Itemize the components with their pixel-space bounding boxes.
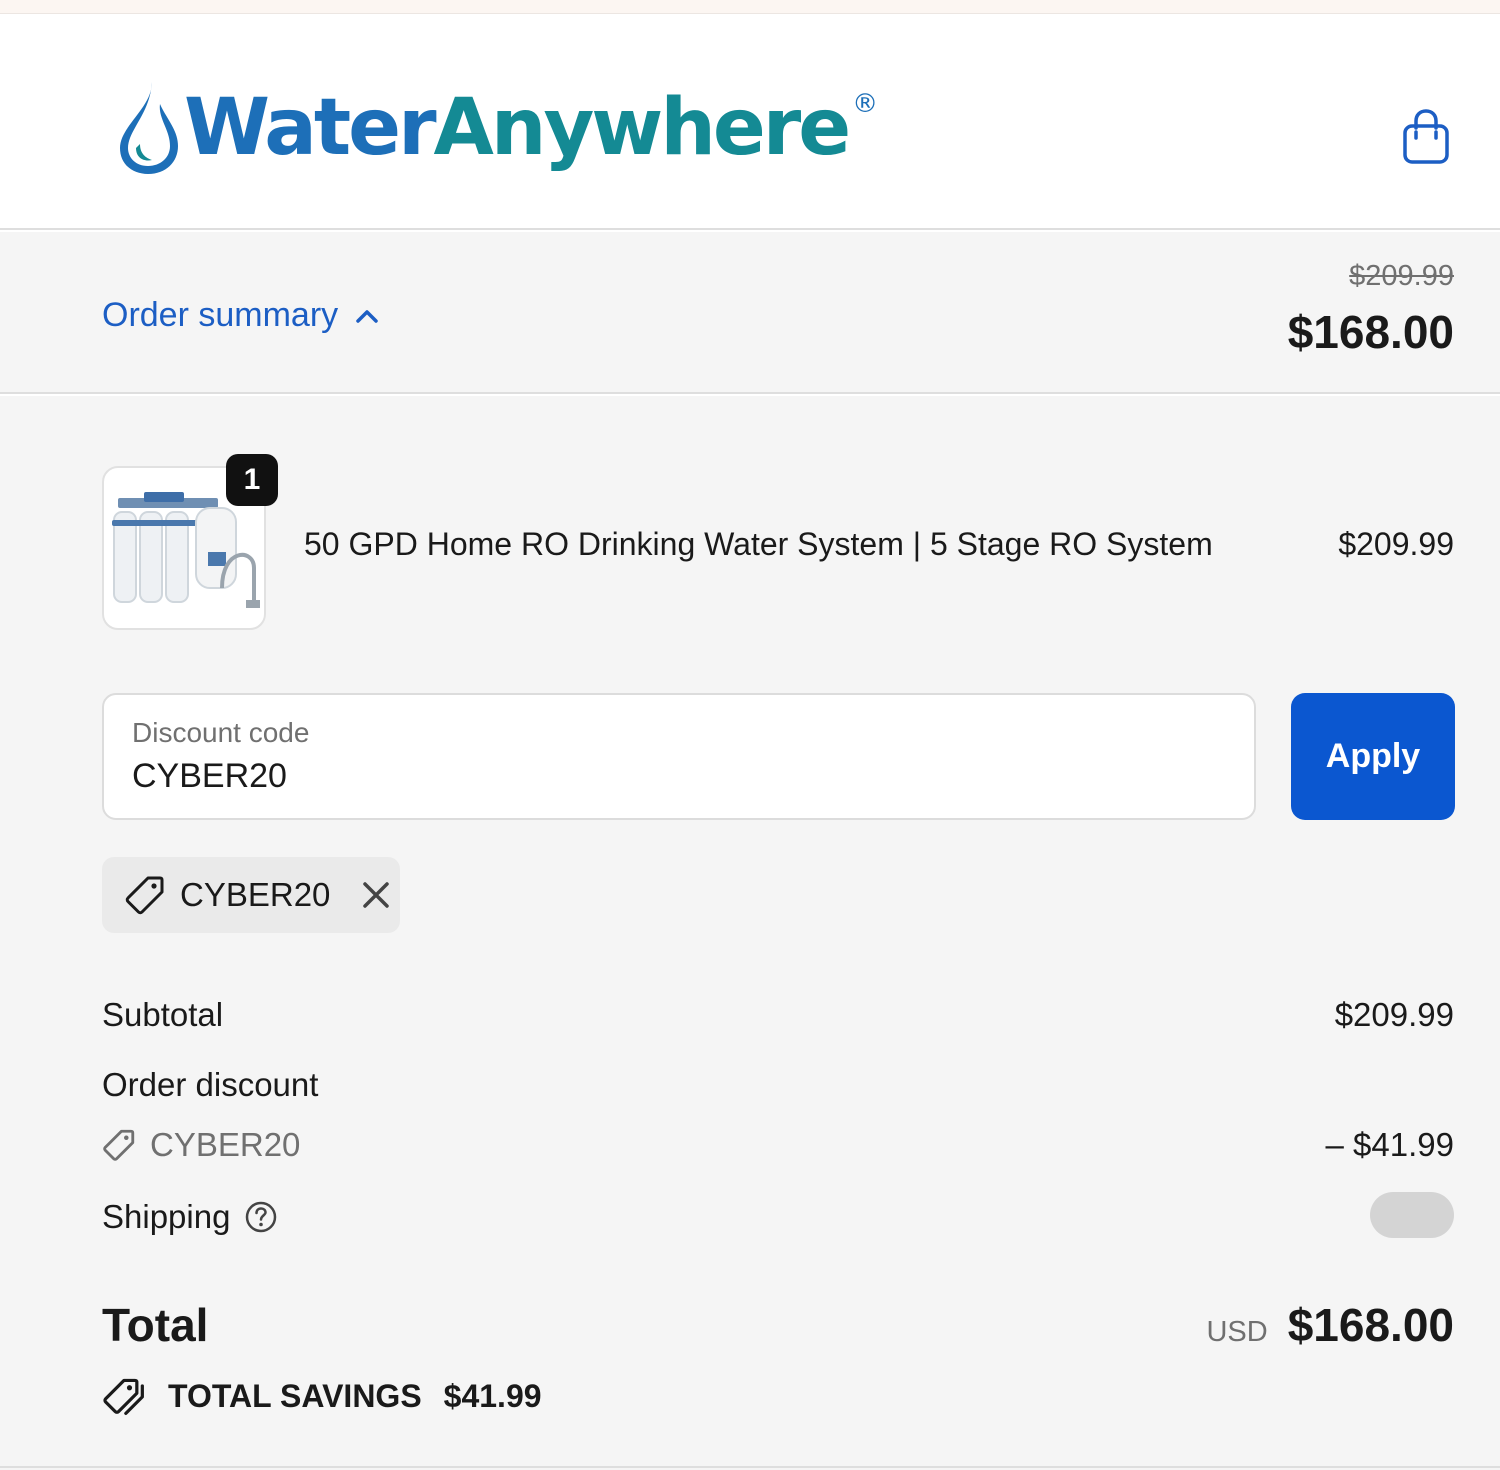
cart-button[interactable] bbox=[1396, 105, 1456, 169]
help-circle-icon[interactable] bbox=[244, 1200, 278, 1234]
page-header: Water Anywhere ® bbox=[0, 15, 1500, 230]
summary-prices: $209.99 $168.00 bbox=[1288, 260, 1454, 359]
total-savings-row: TOTAL SAVINGS $41.99 bbox=[102, 1376, 542, 1416]
discount-code-field[interactable]: Discount code bbox=[102, 693, 1256, 820]
total-savings-value: $41.99 bbox=[443, 1377, 542, 1414]
total-label: Total bbox=[102, 1299, 209, 1351]
chevron-up-icon bbox=[356, 309, 378, 323]
water-drop-logo-icon bbox=[120, 82, 178, 174]
store-logo[interactable]: Water Anywhere ® bbox=[112, 73, 878, 183]
logo-registered-mark: ® bbox=[852, 89, 879, 119]
product-price: $209.99 bbox=[1338, 526, 1454, 562]
order-summary-bar: Order summary $209.99 $168.00 bbox=[0, 232, 1500, 394]
currency-code: USD bbox=[1206, 1316, 1268, 1348]
bottom-divider bbox=[0, 1466, 1500, 1468]
order-summary-label: Order summary bbox=[102, 296, 339, 334]
applied-discount-chip: CYBER20 bbox=[102, 857, 400, 933]
order-discount-code-row: CYBER20 bbox=[102, 1126, 300, 1164]
order-discount-label: Order discount bbox=[102, 1066, 319, 1103]
total-value-group: USD $168.00 bbox=[1206, 1298, 1454, 1352]
product-name: 50 GPD Home RO Drinking Water System | 5… bbox=[304, 526, 1213, 562]
shipping-row: Shipping bbox=[102, 1198, 278, 1236]
price-tag-icon bbox=[103, 1129, 135, 1161]
apply-discount-button[interactable]: Apply bbox=[1291, 693, 1455, 820]
total-value: $168.00 bbox=[1287, 1299, 1454, 1351]
discount-code-input[interactable] bbox=[132, 757, 1212, 796]
logo-word-anywhere: Anywhere bbox=[433, 83, 852, 173]
top-strip bbox=[0, 0, 1500, 14]
logo-wordmark: Water Anywhere ® bbox=[184, 89, 878, 167]
summary-total-price: $168.00 bbox=[1287, 306, 1454, 358]
shipping-label: Shipping bbox=[102, 1198, 231, 1235]
quantity-badge: 1 bbox=[226, 454, 278, 506]
subtotal-value: $209.99 bbox=[1334, 996, 1454, 1033]
subtotal-label: Subtotal bbox=[102, 996, 224, 1033]
price-tag-icon bbox=[125, 876, 164, 915]
shipping-value-loading bbox=[1370, 1192, 1454, 1238]
savings-tags-icon bbox=[103, 1378, 144, 1416]
order-discount-value: – $41.99 bbox=[1325, 1126, 1454, 1163]
shopping-bag-icon bbox=[1403, 109, 1449, 164]
original-total-price: $209.99 bbox=[1349, 260, 1454, 292]
total-savings-label: TOTAL SAVINGS bbox=[168, 1377, 422, 1414]
order-summary-toggle[interactable]: Order summary bbox=[102, 296, 380, 335]
applied-discount-code: CYBER20 bbox=[180, 876, 331, 913]
close-icon bbox=[363, 882, 390, 908]
order-summary-content: 1 50 GPD Home RO Drinking Water System |… bbox=[0, 396, 1500, 1470]
logo-word-water: Water bbox=[184, 83, 437, 173]
discount-code-label: Discount code bbox=[132, 717, 310, 748]
order-discount-code: CYBER20 bbox=[150, 1126, 301, 1163]
remove-discount-button[interactable] bbox=[358, 877, 394, 913]
